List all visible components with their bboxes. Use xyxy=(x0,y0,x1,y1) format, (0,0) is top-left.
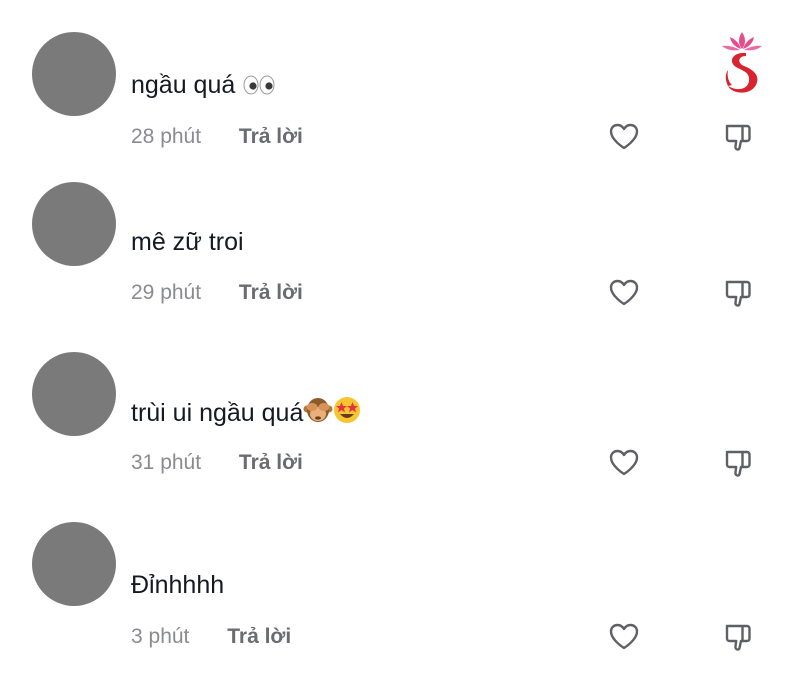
comment-item: ngầu quá 28 phút Trả lời xyxy=(0,0,800,151)
comment-text: trùi ui ngầu quá xyxy=(131,396,361,431)
reply-button[interactable]: Trả lời xyxy=(239,280,303,306)
thumbs-down-outline-icon xyxy=(725,450,751,477)
like-button[interactable] xyxy=(606,275,642,311)
comment-text-content: trùi ui ngầu quá xyxy=(131,399,304,427)
dislike-button[interactable] xyxy=(720,275,756,311)
eyes-emoji xyxy=(242,73,276,103)
comment-item: trùi ui ngầu quá 31 phút Trả lời xyxy=(0,320,800,477)
reply-button[interactable]: Trả lời xyxy=(239,450,303,476)
avatar[interactable] xyxy=(32,352,116,436)
avatar[interactable] xyxy=(32,182,116,266)
thumbs-down-outline-icon xyxy=(725,624,751,651)
avatar[interactable] xyxy=(32,522,116,606)
comment-item: Đỉnhhhh 3 phút Trả lời xyxy=(0,490,800,651)
comment-item: mê zữ troi 29 phút Trả lời xyxy=(0,150,800,307)
comment-meta: 29 phút Trả lời xyxy=(131,280,303,306)
reply-button[interactable]: Trả lời xyxy=(227,624,291,650)
heart-outline-icon xyxy=(609,623,639,650)
comment-meta: 28 phút Trả lời xyxy=(131,124,303,150)
thumbs-down-outline-icon xyxy=(725,280,751,307)
comment-meta: 3 phút Trả lời xyxy=(131,624,291,650)
dislike-button[interactable] xyxy=(720,619,756,655)
comment-timestamp: 3 phút xyxy=(131,625,190,648)
heart-outline-icon xyxy=(609,279,639,306)
comment-timestamp: 31 phút xyxy=(131,451,202,474)
comment-timestamp: 28 phút xyxy=(131,125,202,148)
comment-text: ngầu quá xyxy=(131,70,276,103)
comment-text-content: mê zữ troi xyxy=(131,228,244,256)
see-no-evil-monkey-emoji xyxy=(303,396,333,431)
comment-text-content: Đỉnhhhh xyxy=(131,571,225,599)
star-struck-emoji xyxy=(333,396,361,431)
comment-timestamp: 29 phút xyxy=(131,281,202,304)
reply-button[interactable]: Trả lời xyxy=(239,124,303,150)
comment-text: Đỉnhhhh xyxy=(131,570,224,600)
like-button[interactable] xyxy=(606,445,642,481)
comment-meta: 31 phút Trả lời xyxy=(131,450,303,476)
avatar[interactable] xyxy=(32,32,116,116)
like-button[interactable] xyxy=(606,619,642,655)
heart-outline-icon xyxy=(609,449,639,476)
comment-text: mê zữ troi xyxy=(131,227,244,257)
comment-text-content: ngầu quá xyxy=(131,71,236,99)
dislike-button[interactable] xyxy=(720,445,756,481)
